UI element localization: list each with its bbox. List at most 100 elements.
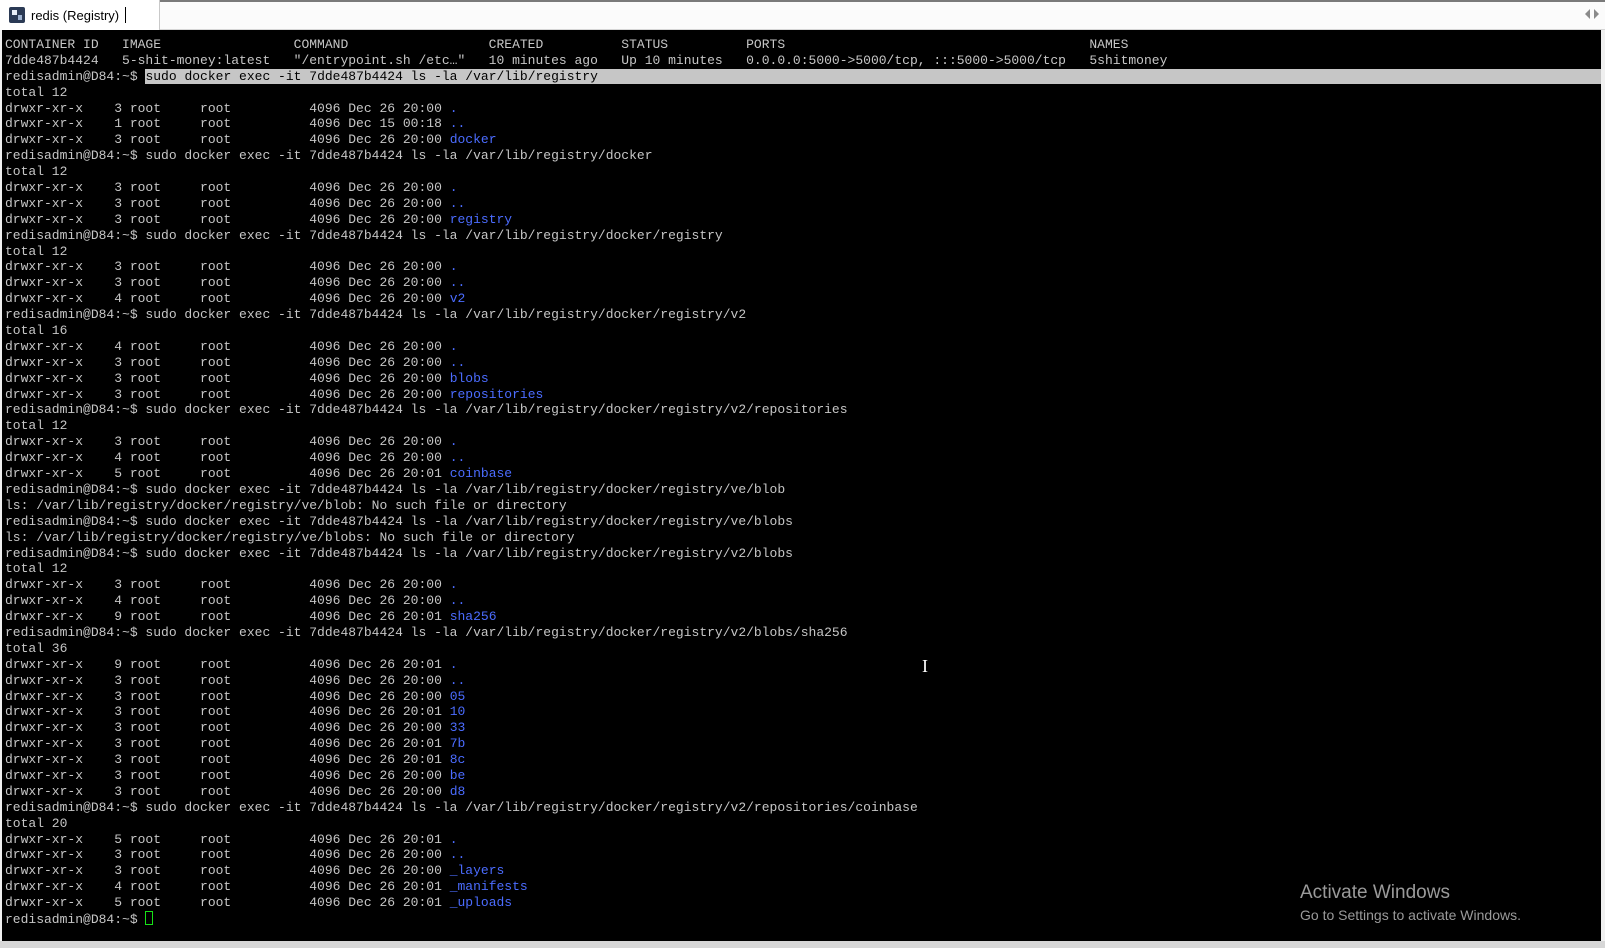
terminal-line: drwxr-xr-x 3 root root 4096 Dec 26 20:00… bbox=[5, 259, 1601, 275]
terminal-line: drwxr-xr-x 5 root root 4096 Dec 26 20:01… bbox=[5, 466, 1601, 482]
line-text: drwxr-xr-x 3 root root 4096 Dec 26 20:00 bbox=[5, 767, 450, 783]
directory-name: . bbox=[449, 831, 458, 847]
directory-name: .. bbox=[449, 450, 466, 466]
tab-scroll-controls bbox=[1585, 9, 1599, 19]
directory-name: 7b bbox=[449, 736, 466, 752]
line-text: total 12 bbox=[5, 243, 68, 259]
line-text: drwxr-xr-x 3 root root 4096 Dec 26 20:01 bbox=[5, 704, 450, 720]
putty-terminal-icon bbox=[9, 7, 25, 23]
directory-name: _layers bbox=[449, 863, 505, 879]
terminal-line: drwxr-xr-x 9 root root 4096 Dec 26 20:01… bbox=[5, 609, 1601, 625]
terminal-line: drwxr-xr-x 3 root root 4096 Dec 26 20:01… bbox=[5, 752, 1601, 768]
terminal-line: ls: /var/lib/registry/docker/registry/ve… bbox=[5, 530, 1601, 546]
terminal-line: drwxr-xr-x 9 root root 4096 Dec 26 20:01… bbox=[5, 657, 1601, 673]
line-text: drwxr-xr-x 4 root root 4096 Dec 26 20:00 bbox=[5, 593, 450, 609]
terminal-line: total 12 bbox=[5, 418, 1601, 434]
directory-name: _manifests bbox=[449, 879, 528, 895]
terminal-line: ls: /var/lib/registry/docker/registry/ve… bbox=[5, 498, 1601, 514]
line-text: drwxr-xr-x 5 root root 4096 Dec 26 20:01 bbox=[5, 895, 450, 911]
terminal-line: redisadmin@D84:~$ sudo docker exec -it 7… bbox=[5, 68, 1601, 85]
terminal-line: drwxr-xr-x 3 root root 4096 Dec 26 20:00… bbox=[5, 720, 1601, 736]
terminal-line: total 12 bbox=[5, 164, 1601, 180]
terminal-line: drwxr-xr-x 3 root root 4096 Dec 26 20:00… bbox=[5, 784, 1601, 800]
line-text: redisadmin@D84:~$ sudo docker exec -it 7… bbox=[5, 624, 848, 640]
block-cursor-icon bbox=[145, 910, 154, 925]
line-text: drwxr-xr-x 3 root root 4096 Dec 26 20:00 bbox=[5, 688, 450, 704]
directory-name: 10 bbox=[449, 704, 466, 720]
terminal-line: drwxr-xr-x 3 root root 4096 Dec 26 20:00… bbox=[5, 847, 1601, 863]
terminal-line: drwxr-xr-x 4 root root 4096 Dec 26 20:00… bbox=[5, 450, 1601, 466]
line-text: drwxr-xr-x 3 root root 4096 Dec 26 20:00 bbox=[5, 211, 450, 227]
directory-name: . bbox=[449, 434, 458, 450]
line-text: ls: /var/lib/registry/docker/registry/ve… bbox=[5, 529, 575, 545]
line-text: drwxr-xr-x 3 root root 4096 Dec 26 20:00 bbox=[5, 386, 450, 402]
line-text: total 12 bbox=[5, 561, 68, 577]
line-text: redisadmin@D84:~$ sudo docker exec -it 7… bbox=[5, 307, 747, 323]
tab-separator bbox=[125, 7, 127, 23]
terminal-screen[interactable]: CONTAINER ID IMAGE COMMAND CREATED STATU… bbox=[2, 30, 1601, 941]
directory-name: blobs bbox=[449, 370, 489, 386]
line-text: drwxr-xr-x 3 root root 4096 Dec 26 20:00 bbox=[5, 863, 450, 879]
terminal-line: drwxr-xr-x 3 root root 4096 Dec 26 20:00… bbox=[5, 863, 1601, 879]
scroll-left-icon[interactable] bbox=[1585, 9, 1590, 19]
line-text: CONTAINER ID IMAGE COMMAND CREATED STATU… bbox=[5, 37, 1129, 52]
line-text: drwxr-xr-x 3 root root 4096 Dec 26 20:00 bbox=[5, 847, 450, 863]
terminal-line: drwxr-xr-x 3 root root 4096 Dec 26 20:00… bbox=[5, 101, 1601, 117]
line-text: drwxr-xr-x 9 root root 4096 Dec 26 20:01 bbox=[5, 609, 450, 625]
terminal-line: drwxr-xr-x 3 root root 4096 Dec 26 20:00… bbox=[5, 132, 1601, 148]
line-text: drwxr-xr-x 3 root root 4096 Dec 26 20:00 bbox=[5, 434, 450, 450]
terminal-line: drwxr-xr-x 4 root root 4096 Dec 26 20:00… bbox=[5, 593, 1601, 609]
line-text: redisadmin@D84:~$ sudo docker exec -it 7… bbox=[5, 148, 653, 164]
line-text: redisadmin@D84:~$ sudo docker exec -it 7… bbox=[5, 545, 793, 561]
terminal-line: total 12 bbox=[5, 244, 1601, 260]
terminal-line: drwxr-xr-x 3 root root 4096 Dec 26 20:00… bbox=[5, 434, 1601, 450]
terminal-line: drwxr-xr-x 3 root root 4096 Dec 26 20:00… bbox=[5, 371, 1601, 387]
terminal-line: total 12 bbox=[5, 85, 1601, 101]
directory-name: docker bbox=[449, 132, 497, 148]
terminal-line: total 12 bbox=[5, 561, 1601, 577]
line-text: drwxr-xr-x 3 root root 4096 Dec 26 20:00 bbox=[5, 132, 450, 148]
line-text: drwxr-xr-x 3 root root 4096 Dec 26 20:00 bbox=[5, 783, 450, 799]
directory-name: .. bbox=[449, 116, 466, 132]
line-text: drwxr-xr-x 3 root root 4096 Dec 26 20:00 bbox=[5, 275, 450, 291]
tab-redis-registry[interactable]: redis (Registry) bbox=[0, 0, 160, 30]
text-cursor-ibeam-icon: I bbox=[922, 656, 928, 676]
line-text: drwxr-xr-x 4 root root 4096 Dec 26 20:00 bbox=[5, 338, 450, 354]
line-text: total 12 bbox=[5, 418, 68, 434]
tab-bar: redis (Registry) bbox=[0, 0, 1605, 30]
directory-name: be bbox=[449, 767, 466, 783]
terminal-line: drwxr-xr-x 3 root root 4096 Dec 26 20:01… bbox=[5, 704, 1601, 720]
terminal-line: CONTAINER ID IMAGE COMMAND CREATED STATU… bbox=[5, 37, 1601, 53]
line-text: drwxr-xr-x 5 root root 4096 Dec 26 20:01 bbox=[5, 831, 450, 847]
line-text: ls: /var/lib/registry/docker/registry/ve… bbox=[5, 497, 567, 513]
directory-name: .. bbox=[449, 195, 466, 211]
scroll-right-icon[interactable] bbox=[1594, 9, 1599, 19]
line-text: drwxr-xr-x 1 root root 4096 Dec 15 00:18 bbox=[5, 116, 450, 132]
line-text: 7dde487b4424 5-shit-money:latest "/entry… bbox=[5, 52, 1168, 68]
directory-name: . bbox=[449, 259, 458, 275]
window-bottom-border bbox=[0, 941, 1605, 948]
terminal-line: drwxr-xr-x 3 root root 4096 Dec 26 20:00… bbox=[5, 689, 1601, 705]
line-text: redisadmin@D84:~$ sudo docker exec -it 7… bbox=[5, 227, 723, 243]
terminal-line: drwxr-xr-x 1 root root 4096 Dec 15 00:18… bbox=[5, 116, 1601, 132]
terminal-line: drwxr-xr-x 3 root root 4096 Dec 26 20:00… bbox=[5, 355, 1601, 371]
prompt-text: redisadmin@D84:~$ bbox=[5, 68, 146, 84]
line-text: redisadmin@D84:~$ bbox=[5, 911, 146, 927]
terminal-line: redisadmin@D84:~$ sudo docker exec -it 7… bbox=[5, 625, 1601, 641]
terminal-line: 7dde487b4424 5-shit-money:latest "/entry… bbox=[5, 53, 1601, 69]
directory-name: .. bbox=[449, 275, 466, 291]
terminal-line: drwxr-xr-x 3 root root 4096 Dec 26 20:00… bbox=[5, 212, 1601, 228]
activate-windows-title: Activate Windows bbox=[1300, 882, 1450, 903]
line-text: redisadmin@D84:~$ sudo docker exec -it 7… bbox=[5, 481, 786, 497]
directory-name: 8c bbox=[449, 752, 466, 768]
terminal-line: drwxr-xr-x 3 root root 4096 Dec 26 20:00… bbox=[5, 196, 1601, 212]
terminal-line: redisadmin@D84:~$ sudo docker exec -it 7… bbox=[5, 546, 1601, 562]
directory-name: . bbox=[449, 577, 458, 593]
directory-name: coinbase bbox=[449, 466, 513, 482]
line-text: total 12 bbox=[5, 164, 68, 180]
terminal-line: total 36 bbox=[5, 641, 1601, 657]
directory-name: . bbox=[449, 100, 458, 116]
line-text: drwxr-xr-x 3 root root 4096 Dec 26 20:01 bbox=[5, 752, 450, 768]
directory-name: . bbox=[449, 338, 458, 354]
line-text: drwxr-xr-x 3 root root 4096 Dec 26 20:01 bbox=[5, 736, 450, 752]
